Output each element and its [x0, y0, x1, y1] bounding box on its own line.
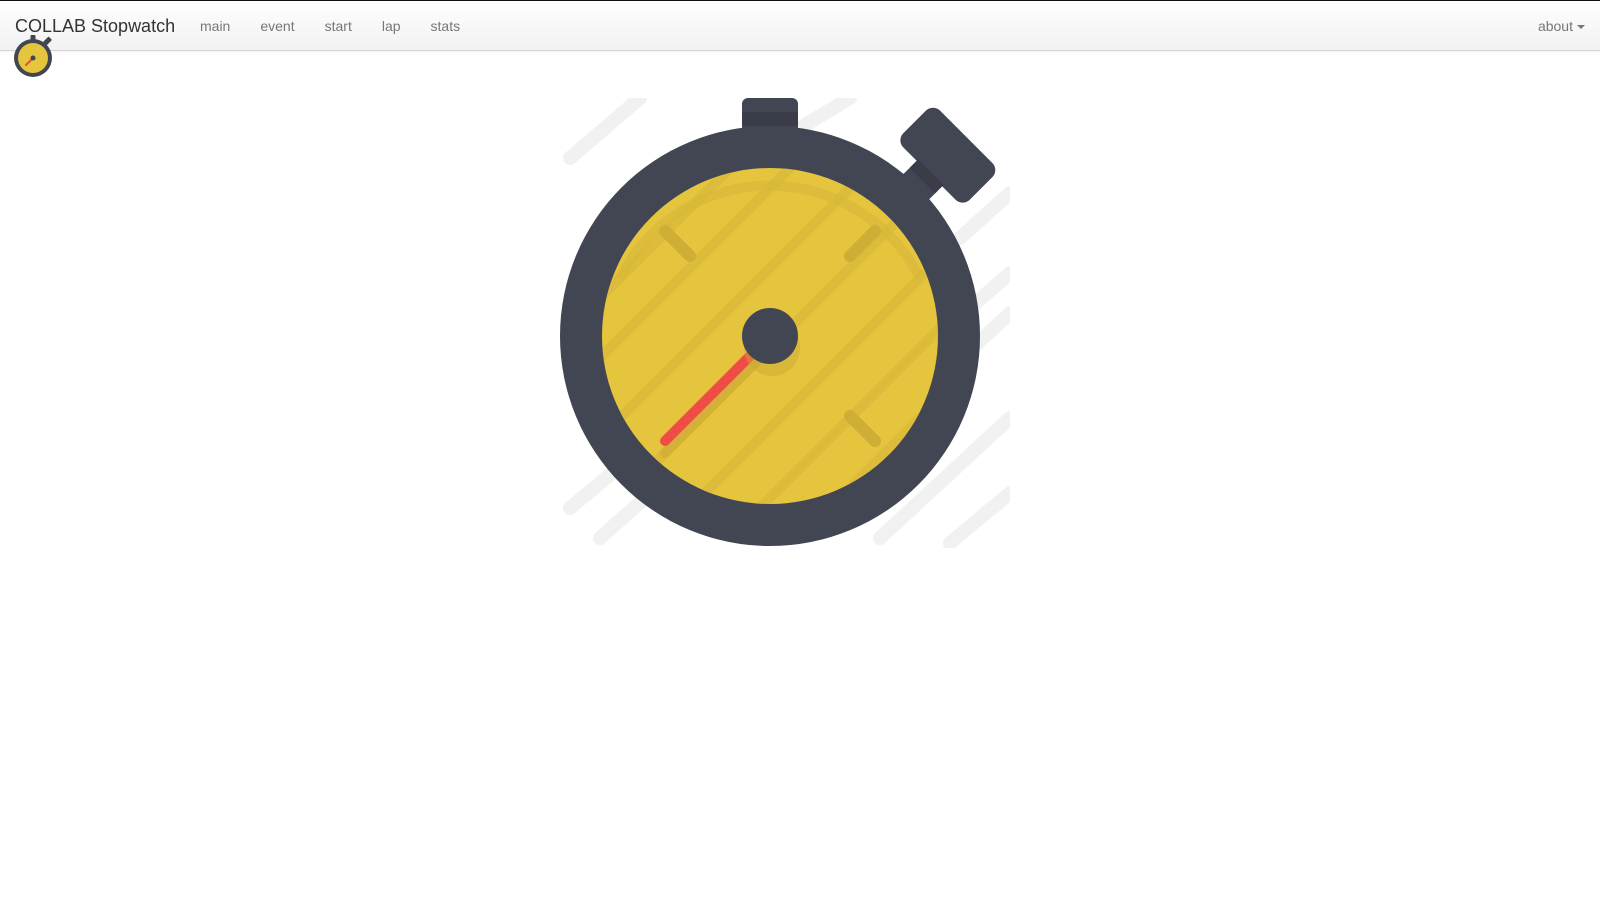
nav-item-stats: stats	[416, 1, 476, 51]
nav-item-start: start	[310, 1, 367, 51]
nav-item-main: main	[185, 1, 245, 51]
caret-down-icon	[1577, 25, 1585, 30]
nav-link-event[interactable]: event	[245, 1, 309, 51]
about-label: about	[1537, 18, 1573, 34]
nav-item-event: event	[245, 1, 309, 51]
nav-link-stats[interactable]: stats	[416, 1, 476, 51]
stopwatch-illustration	[560, 98, 1010, 548]
about-dropdown[interactable]: about	[1538, 1, 1585, 51]
center-pivot	[742, 308, 798, 364]
nav-item-lap: lap	[367, 1, 416, 51]
top-navbar: COLLAB Stopwatch main event start lap st…	[0, 0, 1600, 51]
stopwatch-icon	[14, 35, 52, 77]
crown-band	[742, 112, 798, 126]
nav-link-lap[interactable]: lap	[367, 1, 416, 51]
nav-link-main[interactable]: main	[185, 1, 245, 51]
nav-link-start[interactable]: start	[310, 1, 367, 51]
main-nav: main event start lap stats	[185, 1, 475, 51]
